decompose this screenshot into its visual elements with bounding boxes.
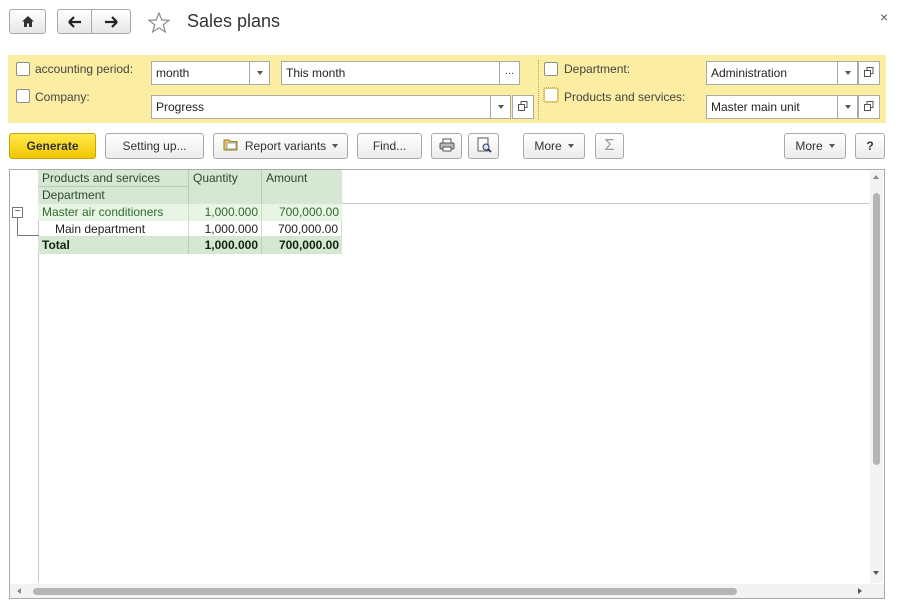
open-window-icon [518,100,528,114]
department-dropdown-button[interactable] [838,61,858,85]
star-icon [147,11,171,38]
company-checkbox[interactable] [16,89,30,103]
products-open-button[interactable] [858,95,880,119]
generate-button[interactable]: Generate [9,133,96,159]
total-row-amount: 700,000.00 [261,237,342,254]
chevron-down-icon [497,105,504,109]
company-dropdown-button[interactable] [491,95,511,119]
arrow-left-icon [67,15,82,28]
sum-button[interactable]: Σ [595,133,624,159]
report-variants-button[interactable]: Report variants [213,133,348,159]
scroll-right-arrow-icon[interactable] [858,588,862,594]
detail-row-name: Main department [38,221,188,237]
favorite-button[interactable] [147,11,171,35]
printer-icon [439,138,455,155]
print-button[interactable] [431,133,462,159]
company-label: Company: [35,90,90,104]
folder-icon [223,138,239,154]
header-amount: Amount [261,170,342,204]
scroll-left-arrow-icon[interactable] [17,588,21,594]
accounting-period-label: accounting period: [35,62,134,76]
page-title: Sales plans [187,11,281,31]
setting-up-button[interactable]: Setting up... [105,133,204,159]
chevron-down-icon [844,71,851,75]
more-right-label: More [795,139,823,153]
header-products: Products and services [38,170,188,187]
period-select[interactable]: month [151,61,250,85]
help-button[interactable]: ? [855,133,885,159]
detail-row-amount: 700,000.00 [261,221,342,237]
forward-button[interactable] [91,9,131,34]
period-range-select-button[interactable]: ... [500,61,520,85]
open-window-icon [864,66,874,80]
department-checkbox[interactable] [544,62,558,76]
more-right-menu-button[interactable]: More [784,133,846,159]
group-row-name: Master air conditioners [38,204,188,221]
total-row-name: Total [38,237,188,254]
back-button[interactable] [57,9,92,34]
filter-divider [538,60,539,120]
close-icon[interactable]: × [880,9,888,25]
find-button[interactable]: Find... [357,133,422,159]
products-field[interactable]: Master main unit [706,95,838,119]
group-toggle[interactable]: − [12,207,23,218]
chevron-down-icon [332,144,339,148]
scroll-up-arrow-icon[interactable] [873,175,879,179]
collapse-icon: − [14,206,21,217]
period-range-field[interactable]: This month [281,61,500,85]
accounting-period-checkbox[interactable] [16,62,30,76]
chevron-down-icon [844,105,851,109]
tree-connector [17,218,39,236]
department-label: Department: [564,62,631,76]
home-icon [21,15,35,28]
detail-row-quantity: 1,000.000 [188,221,261,237]
preview-button[interactable] [468,133,499,159]
department-open-button[interactable] [858,61,880,85]
company-field[interactable]: Progress [151,95,491,119]
more-label: More [534,139,562,153]
group-row-amount: 700,000.00 [261,204,342,221]
arrow-right-icon [104,15,118,28]
open-window-icon [864,100,874,114]
products-label: Products and services: [564,90,686,104]
products-checkbox[interactable] [543,87,559,103]
header-quantity: Quantity [188,170,261,204]
total-row-quantity: 1,000.000 [188,237,261,254]
more-menu-button[interactable]: More [523,133,585,159]
chevron-down-icon [256,71,263,75]
group-row-quantity: 1,000.000 [188,204,261,221]
period-dropdown-button[interactable] [250,61,270,85]
department-field[interactable]: Administration [706,61,838,85]
chevron-down-icon [828,144,835,148]
horizontal-scroll-thumb[interactable] [33,588,737,595]
grouping-gutter-divider [38,204,39,582]
chevron-down-icon [567,144,574,148]
scroll-down-arrow-icon[interactable] [873,571,879,575]
report-variants-label: Report variants [244,139,327,153]
home-button[interactable] [9,9,46,34]
products-dropdown-button[interactable] [838,95,858,119]
header-department: Department [38,187,188,204]
sigma-icon: Σ [604,137,615,154]
print-preview-icon [476,137,492,156]
vertical-scroll-thumb[interactable] [873,193,880,465]
company-open-button[interactable] [512,95,534,119]
